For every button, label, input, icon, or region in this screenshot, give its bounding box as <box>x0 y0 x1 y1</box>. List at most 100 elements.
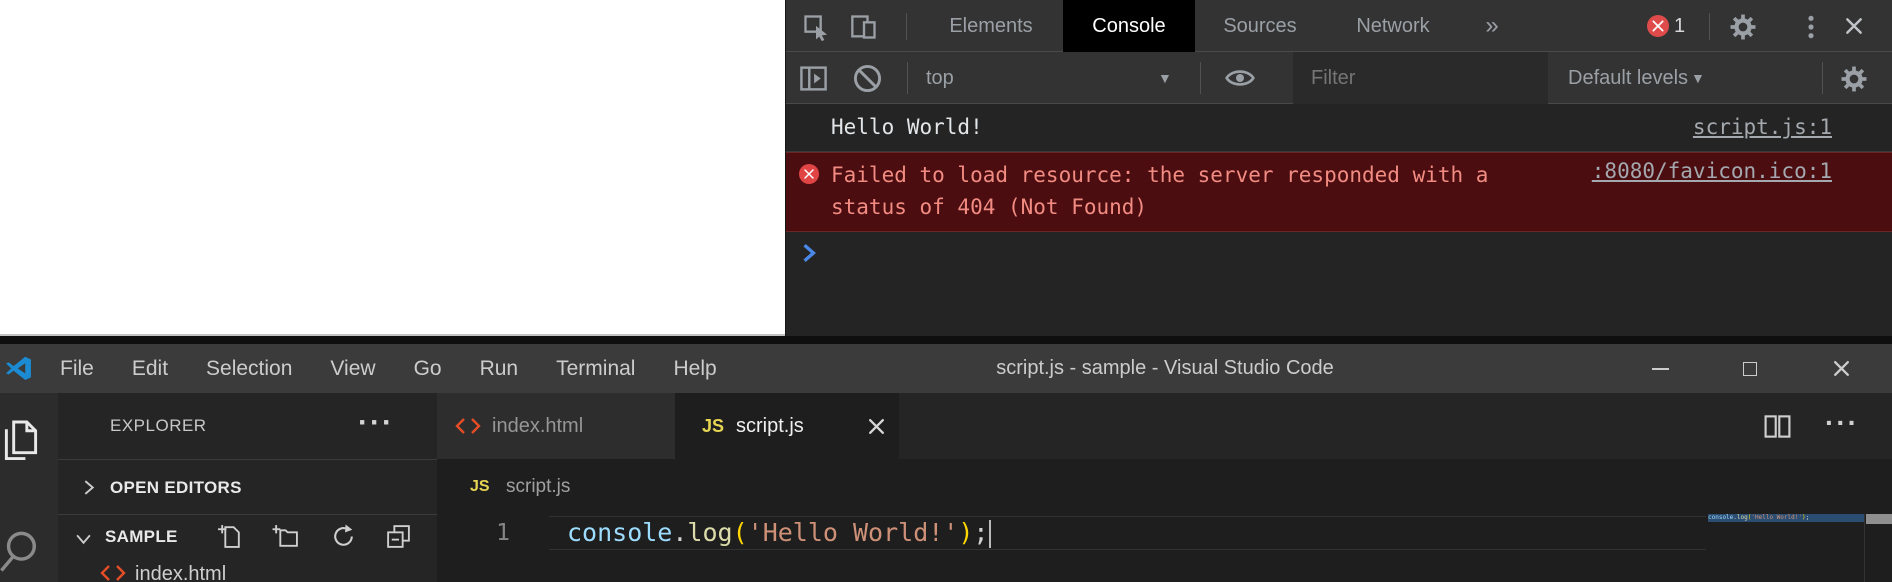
explorer-title: EXPLORER <box>110 393 207 459</box>
menu-selection[interactable]: Selection <box>187 344 311 393</box>
error-x-icon <box>1651 19 1665 33</box>
vscode-logo <box>5 355 32 382</box>
tab-index-html[interactable]: index.html <box>437 393 676 459</box>
editor-group: index.html JS script.js ··· JS sc <box>437 393 1892 582</box>
tab-script-js[interactable]: JS script.js <box>676 393 899 459</box>
new-folder-icon[interactable] <box>272 523 299 550</box>
html-file-icon <box>100 564 126 582</box>
minimap-divider <box>1864 514 1865 582</box>
chevron-right-icon <box>80 479 97 496</box>
filter-input[interactable] <box>1293 52 1548 104</box>
more-tabs-button[interactable]: » <box>1474 0 1510 52</box>
console-settings-gear-icon[interactable] <box>1841 66 1867 92</box>
menu-file[interactable]: File <box>41 344 113 393</box>
code-line: console.log('Hello World!'); <box>567 516 991 550</box>
divider <box>1822 62 1823 94</box>
minimize-button[interactable] <box>1637 344 1683 393</box>
sidebar-header: EXPLORER ··· <box>58 393 437 459</box>
vscode-workbench: EXPLORER ··· OPEN EDITORS SAMPLE <box>0 393 1892 582</box>
text-cursor <box>989 520 991 548</box>
inspect-element-icon[interactable] <box>802 13 830 41</box>
console-prompt-icon <box>802 243 816 263</box>
activity-bar <box>0 393 58 582</box>
tab-network[interactable]: Network <box>1325 0 1461 52</box>
js-file-icon: JS <box>702 393 724 459</box>
explorer-sidebar: EXPLORER ··· OPEN EDITORS SAMPLE <box>58 393 437 582</box>
code-editor[interactable]: 1 console.log('Hello World!'); console.l… <box>437 514 1892 582</box>
devtools-panel: Elements Console Sources Network » 1 <box>785 0 1892 336</box>
file-item-label: index.html <box>135 563 226 582</box>
console-log-row[interactable]: Hello World! script.js:1 <box>786 105 1892 152</box>
error-count-badge[interactable] <box>1647 15 1669 37</box>
devtools-tabbar: Elements Console Sources Network » 1 <box>786 0 1892 52</box>
clear-console-icon[interactable] <box>853 64 882 93</box>
open-editors-label: OPEN EDITORS <box>110 460 242 515</box>
breadcrumb[interactable]: JS script.js <box>437 459 1892 514</box>
console-source-link[interactable]: script.js:1 <box>1693 115 1832 139</box>
devtools-console-toolbar: top ▼ Default levels ▼ <box>786 52 1892 104</box>
device-toolbar-icon[interactable] <box>850 13 878 41</box>
split-editor-icon[interactable] <box>1763 414 1792 439</box>
console-sidebar-icon[interactable] <box>799 65 828 92</box>
file-item-index-html[interactable]: index.html <box>58 557 437 582</box>
scrollbar-thumb[interactable] <box>1866 514 1892 524</box>
chevron-down-icon <box>75 530 92 547</box>
console-error-source-link[interactable]: :8080/favicon.ico:1 <box>1592 159 1832 183</box>
tab-elements[interactable]: Elements <box>926 0 1056 52</box>
collapse-folders-icon[interactable] <box>385 523 412 550</box>
html-file-icon <box>455 417 481 435</box>
folder-name-label: SAMPLE <box>105 515 178 558</box>
refresh-icon[interactable] <box>330 523 357 550</box>
open-editors-section[interactable]: OPEN EDITORS <box>58 459 437 514</box>
browser-viewport[interactable] <box>0 0 785 336</box>
maximize-button[interactable] <box>1727 344 1773 393</box>
maximize-icon <box>1743 362 1757 376</box>
console-error-text: Failed to load resource: the server resp… <box>831 159 1488 223</box>
menu-edit[interactable]: Edit <box>113 344 187 393</box>
tab-sources[interactable]: Sources <box>1195 0 1325 52</box>
breadcrumb-file: script.js <box>506 459 570 514</box>
line-number: 1 <box>477 516 510 550</box>
menubar: File Edit Selection View Go Run Terminal… <box>41 344 736 393</box>
tab-label: script.js <box>736 393 804 459</box>
log-levels-dropdown[interactable]: Default levels <box>1568 52 1688 104</box>
window-top-edge <box>0 336 1892 344</box>
menu-run[interactable]: Run <box>461 344 538 393</box>
error-icon <box>799 164 819 184</box>
console-error-row[interactable]: Failed to load resource: the server resp… <box>786 152 1892 232</box>
new-file-icon[interactable] <box>217 523 244 550</box>
explorer-files-icon[interactable] <box>2 419 40 463</box>
explorer-more-actions[interactable]: ··· <box>358 393 394 453</box>
close-devtools-icon[interactable] <box>1844 16 1864 36</box>
console-prompt-row[interactable] <box>786 232 1892 278</box>
editor-more-actions[interactable]: ··· <box>1825 393 1859 453</box>
log-levels-caret-icon[interactable]: ▼ <box>1691 52 1705 104</box>
divider <box>1709 13 1710 40</box>
folder-section[interactable]: SAMPLE <box>58 514 437 557</box>
menu-go[interactable]: Go <box>395 344 461 393</box>
close-window-button[interactable] <box>1818 344 1864 393</box>
search-icon[interactable] <box>0 529 40 582</box>
context-caret-icon[interactable]: ▼ <box>1158 52 1172 104</box>
browser-window: Elements Console Sources Network » 1 <box>0 0 1892 336</box>
context-selector[interactable]: top <box>926 52 954 104</box>
tab-console[interactable]: Console <box>1063 0 1195 52</box>
menu-help[interactable]: Help <box>654 344 735 393</box>
console-messages: Hello World! script.js:1 Failed to load … <box>786 105 1892 336</box>
vscode-window: File Edit Selection View Go Run Terminal… <box>0 336 1892 582</box>
close-window-icon <box>1832 359 1851 378</box>
settings-gear-icon[interactable] <box>1730 14 1756 40</box>
live-expression-eye-icon[interactable] <box>1224 65 1256 91</box>
minimize-icon <box>1652 368 1669 370</box>
divider <box>907 62 908 94</box>
tab-label: index.html <box>492 393 583 459</box>
close-tab-icon[interactable] <box>867 417 886 436</box>
minimap[interactable]: console.log('Hello World!'); <box>1708 514 1864 522</box>
kebab-menu-icon[interactable] <box>1798 14 1824 40</box>
error-count: 1 <box>1674 0 1685 52</box>
menu-terminal[interactable]: Terminal <box>537 344 654 393</box>
divider <box>1200 62 1201 94</box>
menu-view[interactable]: View <box>311 344 394 393</box>
editor-tabstrip: index.html JS script.js ··· <box>437 393 1892 459</box>
console-log-text: Hello World! <box>831 115 983 139</box>
